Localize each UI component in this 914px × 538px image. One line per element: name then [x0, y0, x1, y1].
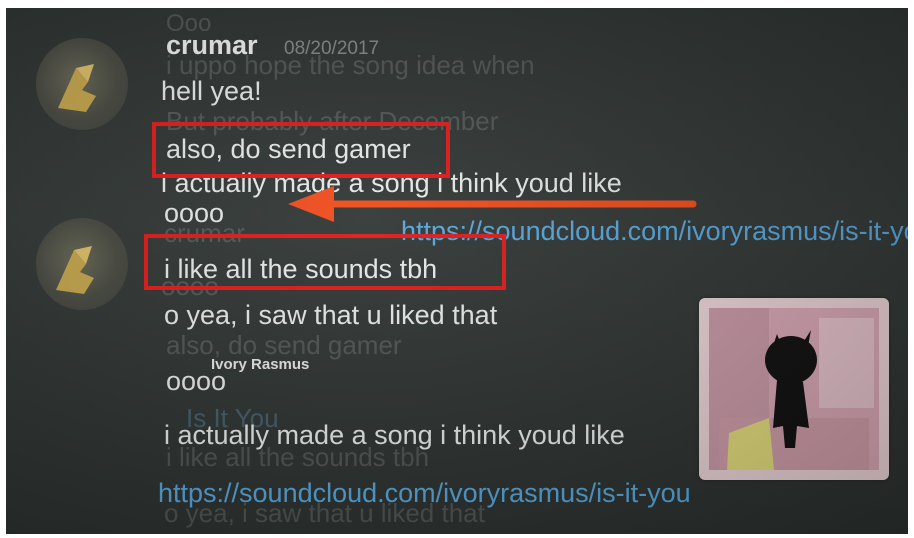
username[interactable]: crumar	[166, 30, 258, 61]
avatar-image	[56, 246, 94, 294]
highlight-box	[152, 122, 450, 178]
embed-provider: Ivory Rasmus	[211, 356, 310, 373]
message-text: hell yea!	[161, 76, 262, 106]
message-text: i actually made a song i think youd like	[164, 420, 625, 450]
ghost-text: o yea	[156, 524, 220, 534]
arrow-left-annotation	[288, 186, 697, 222]
album-art-thumbnail[interactable]	[699, 298, 889, 480]
timestamp: 08/20/2017	[284, 38, 380, 59]
chat-window: Ooo i uppo hope the song idea when But p…	[6, 8, 908, 534]
message-text: o yea, i saw that u liked that	[164, 300, 498, 330]
avatar[interactable]	[36, 38, 128, 130]
avatar[interactable]	[36, 218, 128, 310]
album-art-image	[709, 308, 879, 470]
message-text: oooo	[164, 198, 225, 228]
avatar-image	[58, 64, 96, 112]
highlight-box	[144, 234, 506, 290]
soundcloud-link[interactable]: https://soundcloud.com/ivoryrasmus/is-it…	[158, 478, 691, 509]
